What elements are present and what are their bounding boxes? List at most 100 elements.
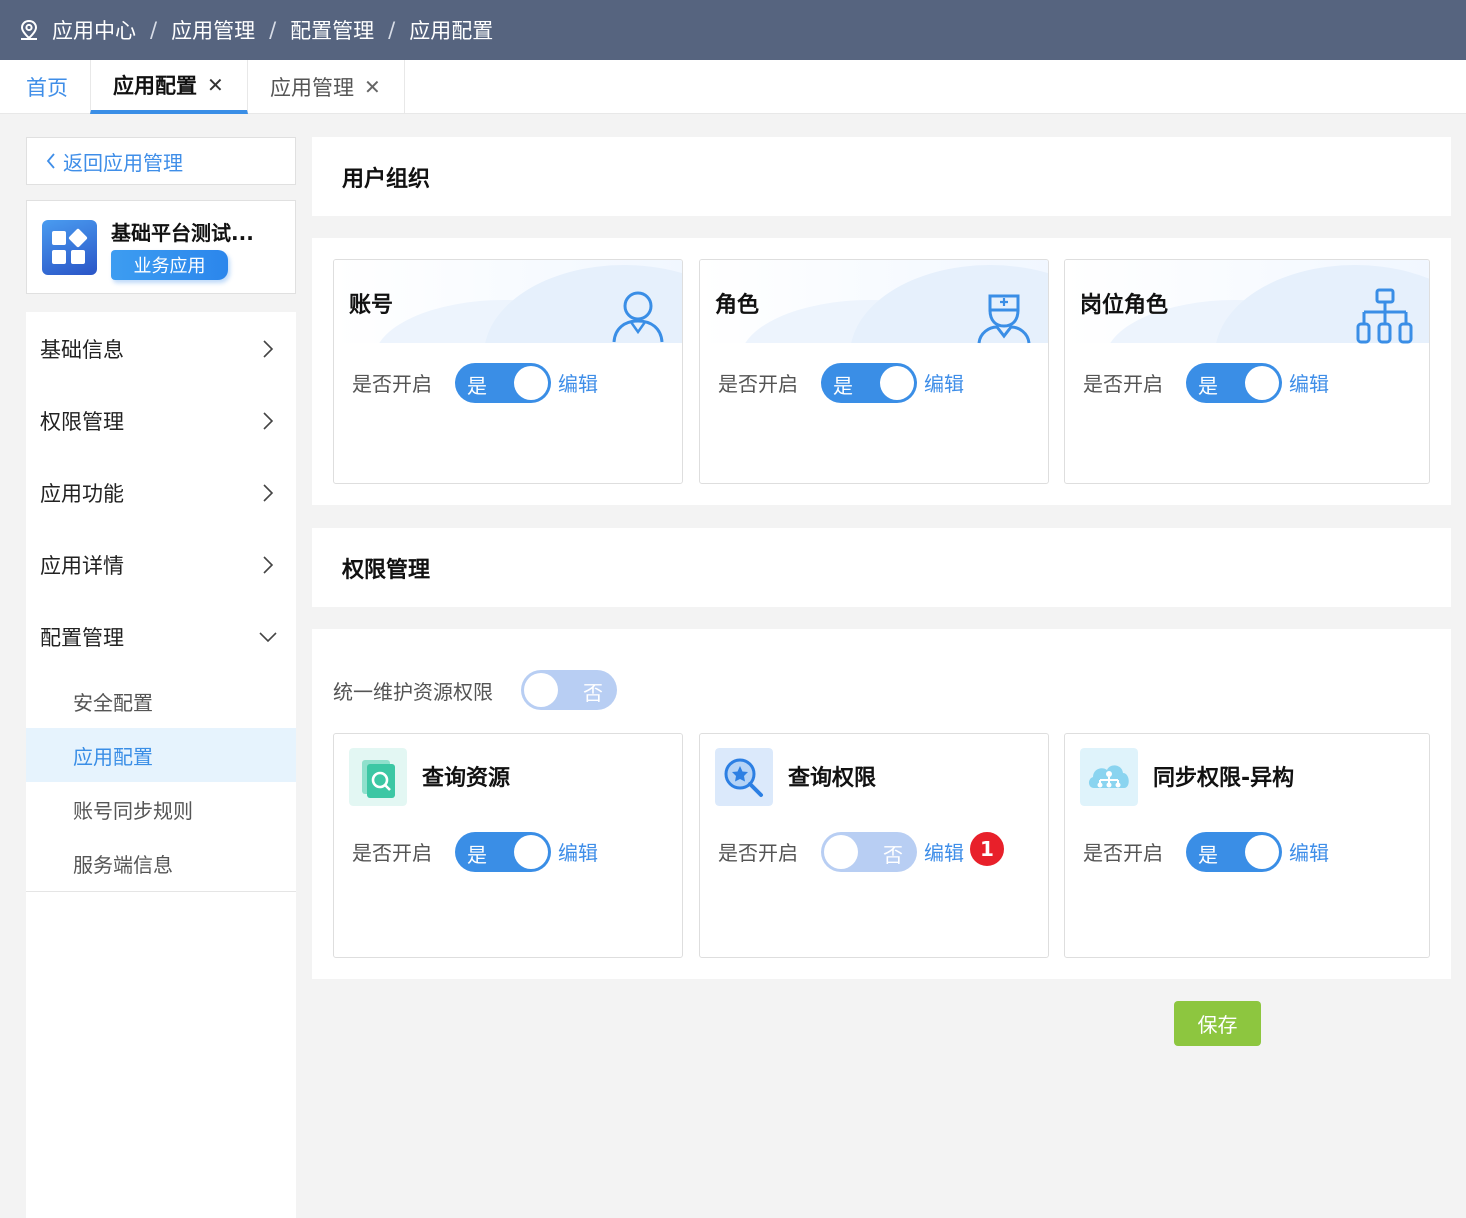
location-pin-icon [20,19,38,40]
breadcrumb-config-management[interactable]: 配置管理 [290,15,374,45]
section-title-permission: 权限管理 [312,528,1451,607]
submenu-item-account-sync-rules[interactable]: 账号同步规则 [26,782,296,836]
chevron-left-icon [46,153,55,169]
breadcrumb-app-config: 应用配置 [409,19,494,43]
nurse-icon [977,294,1031,344]
submenu-item-label: 服务端信息 [73,852,173,877]
unified-permission-label: 统一维护资源权限 [333,680,493,704]
section-permission: 统一维护资源权限 否 查询资源 是否开启 是 编辑 查询权限 是否开启 否 编辑… [312,629,1451,979]
enabled-label: 是否开启 [718,372,798,396]
toggle-knob [824,835,858,869]
menu-item-permission[interactable]: 权限管理 [26,385,296,457]
card-query-permission: 查询权限 是否开启 否 编辑 1 [699,733,1049,958]
enabled-label: 是否开启 [1083,841,1163,865]
card-query-resource: 查询资源 是否开启 是 编辑 [333,733,683,958]
toggle-knob [514,835,548,869]
menu-divider [26,891,296,892]
breadcrumb-app-management[interactable]: 应用管理 [171,15,255,45]
submenu-item-label: 应用配置 [73,744,153,769]
sync-permission-enabled-toggle[interactable]: 是 [1186,832,1282,872]
menu-item-basic-info[interactable]: 基础信息 [26,313,296,385]
search-resource-icon [349,748,407,806]
card-sync-permission: 同步权限-异构 是否开启 是 编辑 [1064,733,1430,958]
enabled-label: 是否开启 [1083,372,1163,396]
query-permission-enabled-toggle[interactable]: 否 [821,832,917,872]
unified-permission-toggle[interactable]: 否 [521,670,617,710]
menu-item-label: 配置管理 [40,626,124,650]
card-title: 岗位角色 [1080,293,1169,318]
app-name: 基础平台测试... [111,221,254,245]
card-title: 同步权限-异构 [1153,766,1295,791]
tab-home-label: 首页 [26,76,68,100]
toggle-knob [524,673,558,707]
edit-link[interactable]: 编辑 [924,837,964,866]
edit-link[interactable]: 编辑 [1289,368,1329,397]
toggle-knob [514,366,548,400]
card-post-role: 岗位角色 是否开启 是 编辑 [1064,259,1430,484]
toggle-label: 是 [1198,374,1218,398]
tab-bar: 首页 应用配置 ✕ 应用管理 ✕ [0,60,1466,114]
org-chart-icon [1356,288,1413,344]
submenu-item-app-config[interactable]: 应用配置 [26,728,296,782]
toggle-knob [1245,366,1279,400]
edit-link[interactable]: 编辑 [558,368,598,397]
save-button[interactable]: 保存 [1174,1001,1261,1046]
card-title: 查询权限 [788,766,877,791]
menu-item-label: 基础信息 [40,338,124,362]
account-enabled-toggle[interactable]: 是 [455,363,551,403]
edit-link[interactable]: 编辑 [1289,837,1329,866]
menu-item-label: 应用功能 [40,482,124,506]
top-bar: 应用中心 / 应用管理 / 配置管理 / 应用配置 [0,0,1466,60]
submenu-item-label: 账号同步规则 [73,798,193,823]
edit-link[interactable]: 编辑 [924,368,964,397]
back-button[interactable]: 返回应用管理 [26,137,296,185]
breadcrumb-separator: / [269,18,277,42]
query-resource-enabled-toggle[interactable]: 是 [455,832,551,872]
card-account: 账号 是否开启 是 编辑 [333,259,683,484]
card-title: 角色 [715,293,760,318]
toggle-label: 否 [883,843,903,867]
section-title-user-org: 用户组织 [312,137,1451,216]
toggle-knob [1245,835,1279,869]
submenu-item-security-config[interactable]: 安全配置 [26,674,296,728]
submenu-item-server-info[interactable]: 服务端信息 [26,836,296,890]
menu-item-app-function[interactable]: 应用功能 [26,457,296,529]
chevron-right-icon [263,412,274,430]
close-icon[interactable]: ✕ [207,73,224,97]
toggle-knob [880,366,914,400]
breadcrumb-app-center[interactable]: 应用中心 [52,15,136,45]
tab-app-management[interactable]: 应用管理 ✕ [248,60,405,114]
edit-link[interactable]: 编辑 [558,837,598,866]
search-permission-icon [715,748,773,806]
role-enabled-toggle[interactable]: 是 [821,363,917,403]
menu-item-app-detail[interactable]: 应用详情 [26,529,296,601]
enabled-label: 是否开启 [718,841,798,865]
menu-item-config-management[interactable]: 配置管理 [26,601,296,673]
card-role: 角色 是否开启 是 编辑 [699,259,1049,484]
card-title: 查询资源 [422,766,511,791]
cloud-sync-icon [1080,748,1138,806]
annotation-badge: 1 [968,830,1006,868]
app-logo-icon [42,220,97,275]
tab-app-management-label: 应用管理 [270,76,354,100]
toggle-label: 是 [467,374,487,398]
enabled-label: 是否开启 [352,372,432,396]
app-type-badge: 业务应用 [111,250,228,280]
close-icon[interactable]: ✕ [364,75,381,99]
section-user-org: 账号 是否开启 是 编辑 角色 是否开启 是 编辑 岗位角色 是否开启 是 编辑 [312,238,1451,505]
tab-app-config[interactable]: 应用配置 ✕ [90,60,248,114]
tab-app-config-label: 应用配置 [113,74,197,98]
side-menu: 基础信息 权限管理 应用功能 应用详情 配置管理 安全配置 应用配置 账号同步规… [26,312,296,1218]
toggle-label: 是 [1198,843,1218,867]
menu-item-label: 权限管理 [40,410,124,434]
tab-home[interactable]: 首页 [26,60,68,114]
app-card: 基础平台测试... 业务应用 [26,200,296,294]
chevron-down-icon [259,632,277,643]
breadcrumb-separator: / [388,18,396,42]
card-title: 账号 [349,293,394,318]
back-button-label: 返回应用管理 [63,150,183,175]
toggle-label: 是 [833,374,853,398]
breadcrumb-separator: / [150,18,158,42]
menu-item-label: 应用详情 [40,554,124,578]
post-role-enabled-toggle[interactable]: 是 [1186,363,1282,403]
